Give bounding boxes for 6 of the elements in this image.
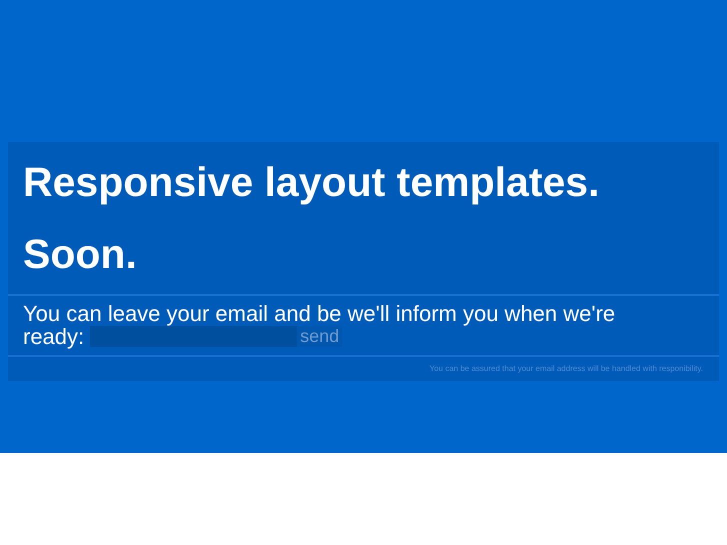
- page-heading: Responsive layout templates. Soon.: [22, 158, 600, 279]
- email-field[interactable]: [90, 326, 298, 347]
- signup-text: You can leave your email and be we'll inform you when we're: [23, 302, 616, 325]
- send-button[interactable]: send: [297, 326, 342, 347]
- privacy-note: You can be assured that your email address will be handled with responibility.: [430, 364, 703, 373]
- signup-text: ready:: [23, 325, 84, 348]
